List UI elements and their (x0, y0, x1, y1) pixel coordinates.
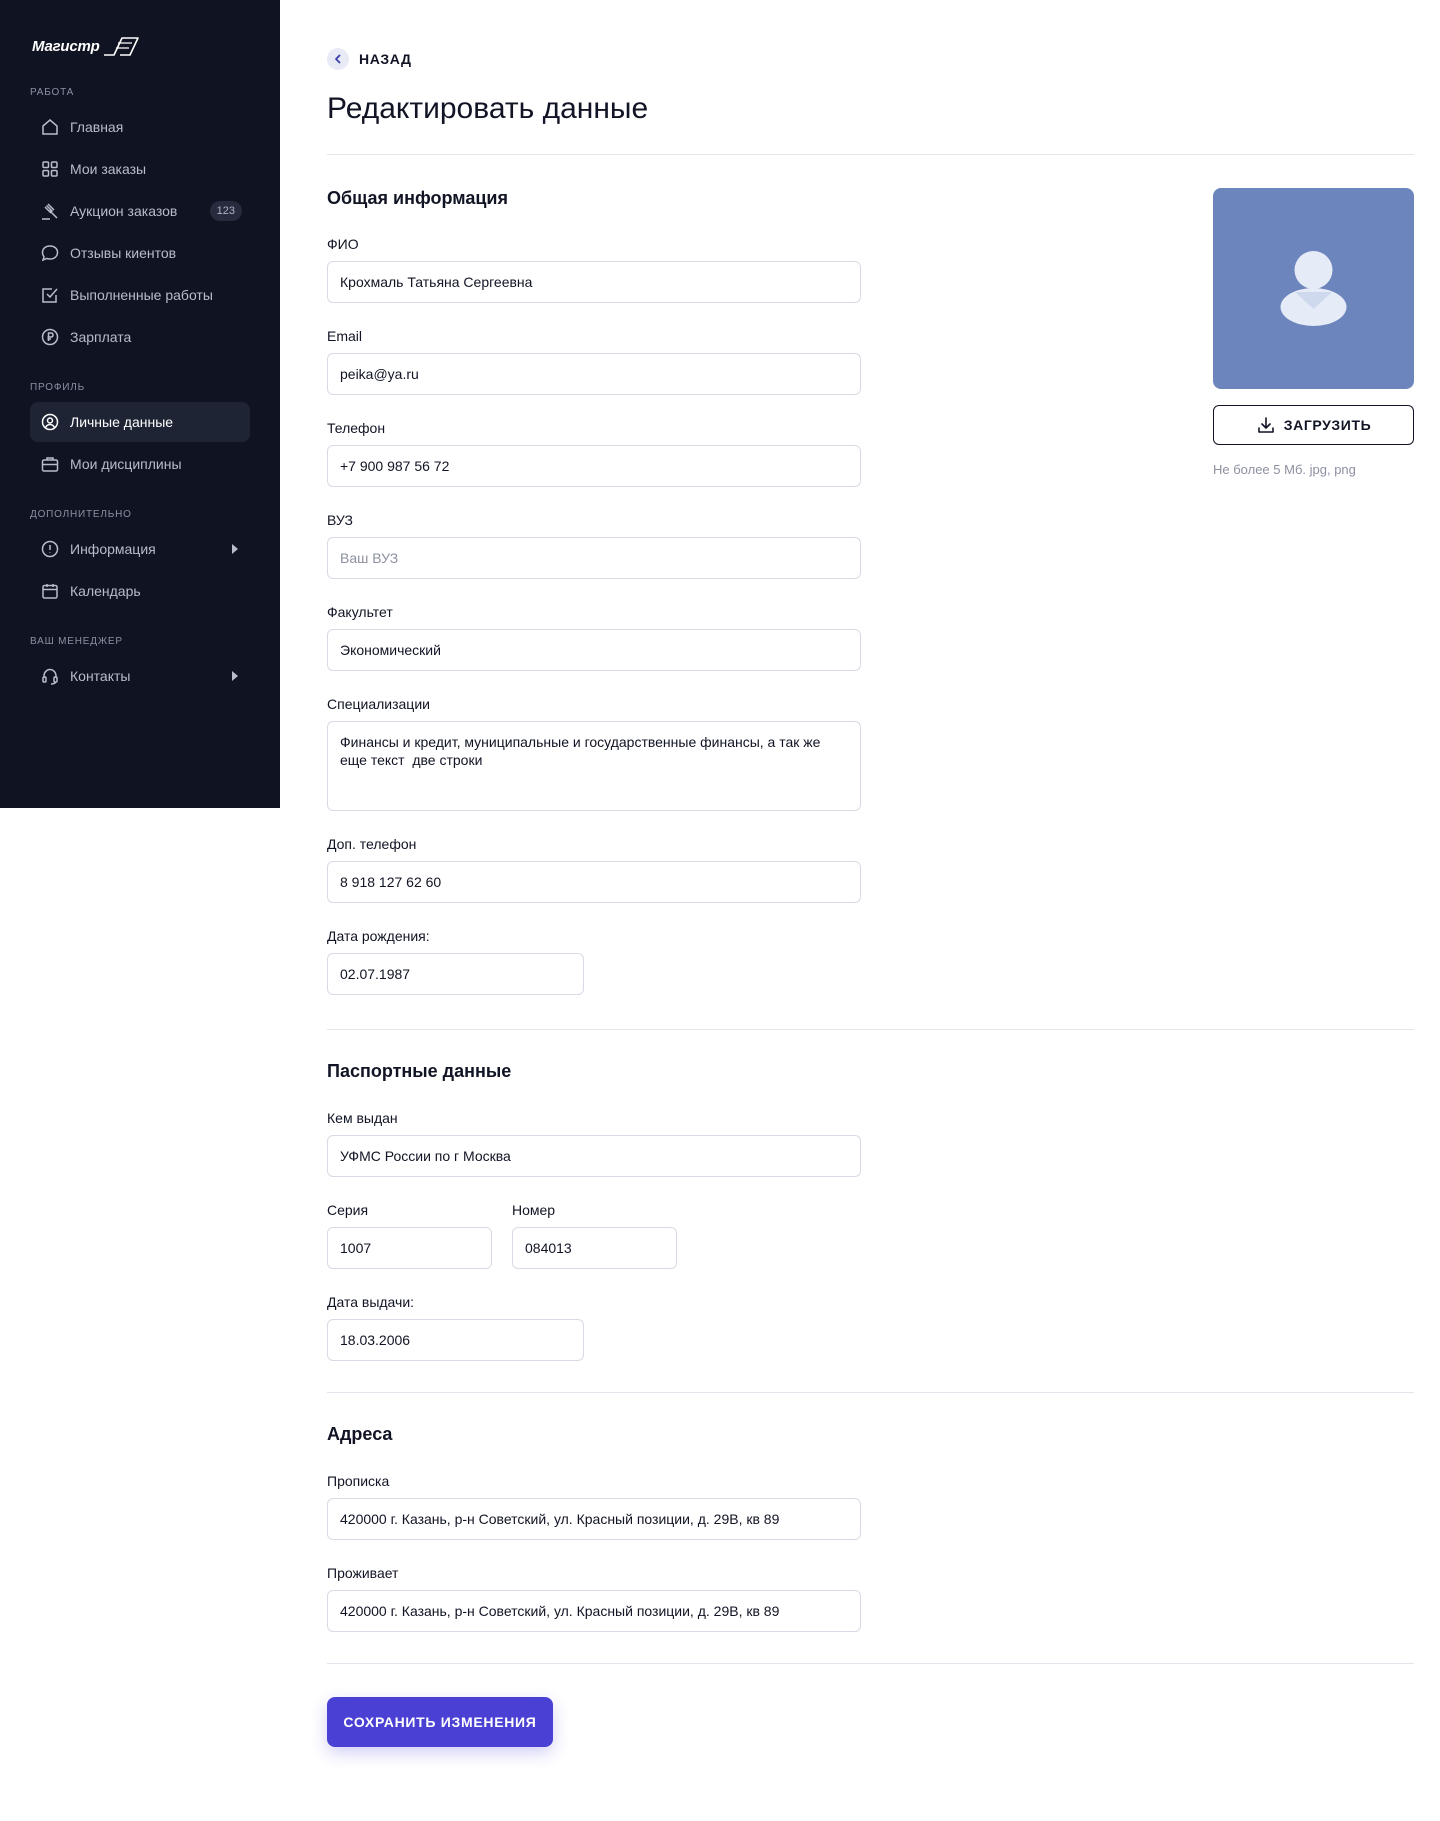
sidebar-item-auction[interactable]: Аукцион заказов 123 (30, 191, 250, 231)
briefcase-icon (40, 454, 60, 474)
divider (327, 1392, 1414, 1393)
user-placeholder-icon (1280, 251, 1347, 326)
chevron-left-icon (327, 48, 349, 70)
sidebar-item-disciplines[interactable]: Мои дисциплины (30, 444, 250, 484)
sidebar-item-label: Зарплата (70, 329, 132, 345)
issued-by-label: Кем выдан (327, 1110, 398, 1126)
headset-icon (40, 666, 60, 686)
sidebar-item-label: Мои заказы (70, 161, 147, 177)
faculty-input[interactable] (327, 629, 861, 671)
upload-label: ЗАГРУЗИТЬ (1283, 417, 1372, 433)
faculty-label: Факультет (327, 604, 393, 620)
section-label-profile: ПРОФИЛЬ (30, 382, 85, 393)
sidebar-item-label: Личные данные (70, 414, 174, 430)
ruble-icon (40, 327, 60, 347)
sidebar-item-label: Информация (70, 541, 156, 557)
section-label-manager: ВАШ МЕНЕДЖЕР (30, 636, 123, 647)
gavel-icon (40, 201, 60, 221)
series-input[interactable] (327, 1227, 492, 1269)
divider (327, 1663, 1414, 1664)
fio-label: ФИО (327, 236, 359, 252)
number-label: Номер (512, 1202, 556, 1218)
phone-label: Телефон (327, 420, 386, 436)
registration-label: Прописка (327, 1473, 390, 1489)
divider (327, 1029, 1414, 1030)
sidebar-item-contacts[interactable]: Контакты (30, 656, 250, 696)
sidebar-item-calendar[interactable]: Календарь (30, 571, 250, 611)
logo[interactable]: Магистр (32, 32, 140, 60)
email-label: Email (327, 328, 363, 344)
fio-input[interactable] (327, 261, 861, 303)
email-input[interactable] (327, 353, 861, 395)
sidebar-item-label: Главная (70, 119, 124, 135)
registration-input[interactable] (327, 1498, 861, 1540)
section-label-extra: ДОПОЛНИТЕЛЬНО (30, 509, 132, 520)
extra-phone-label: Доп. телефон (327, 836, 417, 852)
download-icon (1257, 417, 1274, 433)
page-title: Редактировать данные (327, 92, 649, 125)
number-input[interactable] (512, 1227, 677, 1269)
sidebar-item-my-orders[interactable]: Мои заказы (30, 149, 250, 189)
avatar (1213, 188, 1414, 389)
extra-phone-input[interactable] (327, 861, 861, 903)
count-badge: 123 (209, 201, 242, 221)
back-link[interactable]: НАЗАД (327, 48, 412, 70)
phone-input[interactable] (327, 445, 861, 487)
section-title-passport: Паспортные данные (327, 1061, 512, 1081)
residence-input[interactable] (327, 1590, 861, 1632)
specialization-label: Специализации (327, 696, 430, 712)
save-changes-button[interactable]: СОХРАНИТЬ ИЗМЕНЕНИЯ (327, 1697, 553, 1747)
sidebar-item-info[interactable]: Информация (30, 529, 250, 569)
caret-right-icon (232, 671, 238, 681)
home-icon (40, 117, 60, 137)
sidebar-item-label: Контакты (70, 668, 131, 684)
vuz-label: ВУЗ (327, 512, 353, 528)
user-circle-icon (40, 412, 60, 432)
upload-hint: Не более 5 Мб. jpg, png (1213, 462, 1356, 477)
sidebar-item-label: Мои дисциплины (70, 456, 182, 472)
residence-label: Проживает (327, 1565, 399, 1581)
checkbox-icon (40, 285, 60, 305)
logo-book-icon (103, 37, 139, 56)
divider (327, 154, 1414, 155)
caret-right-icon (232, 544, 238, 554)
sidebar-item-personal-data[interactable]: Личные данные (30, 402, 250, 442)
upload-button[interactable]: ЗАГРУЗИТЬ (1213, 405, 1414, 445)
specialization-textarea[interactable]: Финансы и кредит, муниципальные и госуда… (327, 721, 861, 811)
birth-date-input[interactable] (327, 953, 584, 995)
section-title-addresses: Адреса (327, 1424, 393, 1444)
alert-circle-icon (40, 539, 60, 559)
logo-text: Магистр (32, 37, 100, 55)
section-title-general: Общая информация (327, 188, 508, 208)
sidebar-item-label: Отзывы киентов (70, 245, 177, 261)
sidebar-item-reviews[interactable]: Отзывы киентов (30, 233, 250, 273)
vuz-input[interactable] (327, 537, 861, 579)
issue-date-label: Дата выдачи: (327, 1294, 415, 1310)
sidebar: Магистр РАБОТА Главная Мои заказы Аукцио… (0, 0, 280, 808)
sidebar-item-home[interactable]: Главная (30, 107, 250, 147)
series-label: Серия (327, 1202, 369, 1218)
grid-icon (40, 159, 60, 179)
back-label: НАЗАД (359, 51, 412, 67)
sidebar-item-label: Календарь (70, 583, 141, 599)
birth-date-label: Дата рождения: (327, 928, 430, 944)
sidebar-item-label: Выполненные работы (70, 287, 213, 303)
sidebar-item-label: Аукцион заказов (70, 203, 178, 219)
section-label-work: РАБОТА (30, 87, 75, 98)
chat-bubble-icon (40, 243, 60, 263)
calendar-icon (40, 581, 60, 601)
sidebar-item-salary[interactable]: Зарплата (30, 317, 250, 357)
issued-by-input[interactable] (327, 1135, 861, 1177)
issue-date-input[interactable] (327, 1319, 584, 1361)
sidebar-item-completed[interactable]: Выполненные работы (30, 275, 250, 315)
